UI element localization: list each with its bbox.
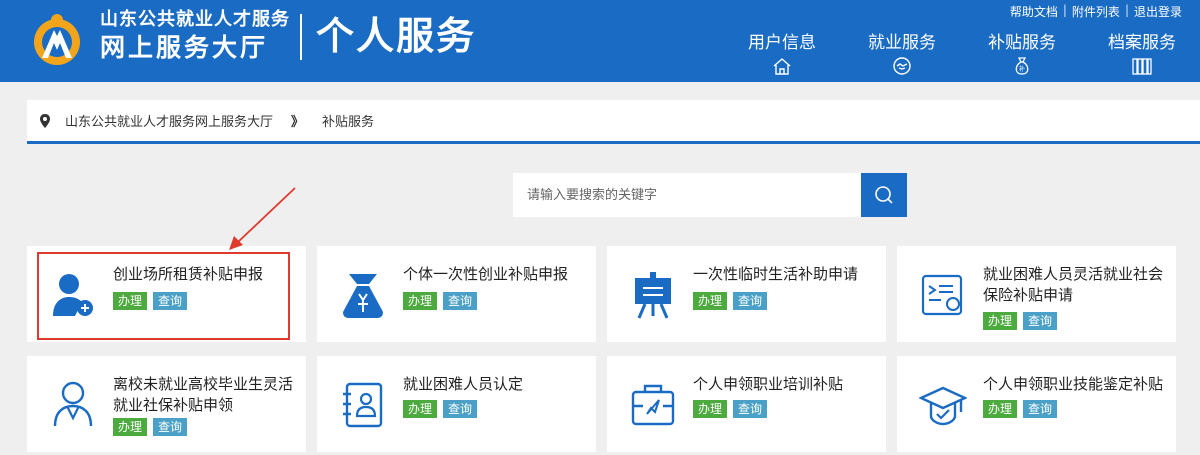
pointer-arrow-icon: [229, 187, 296, 250]
